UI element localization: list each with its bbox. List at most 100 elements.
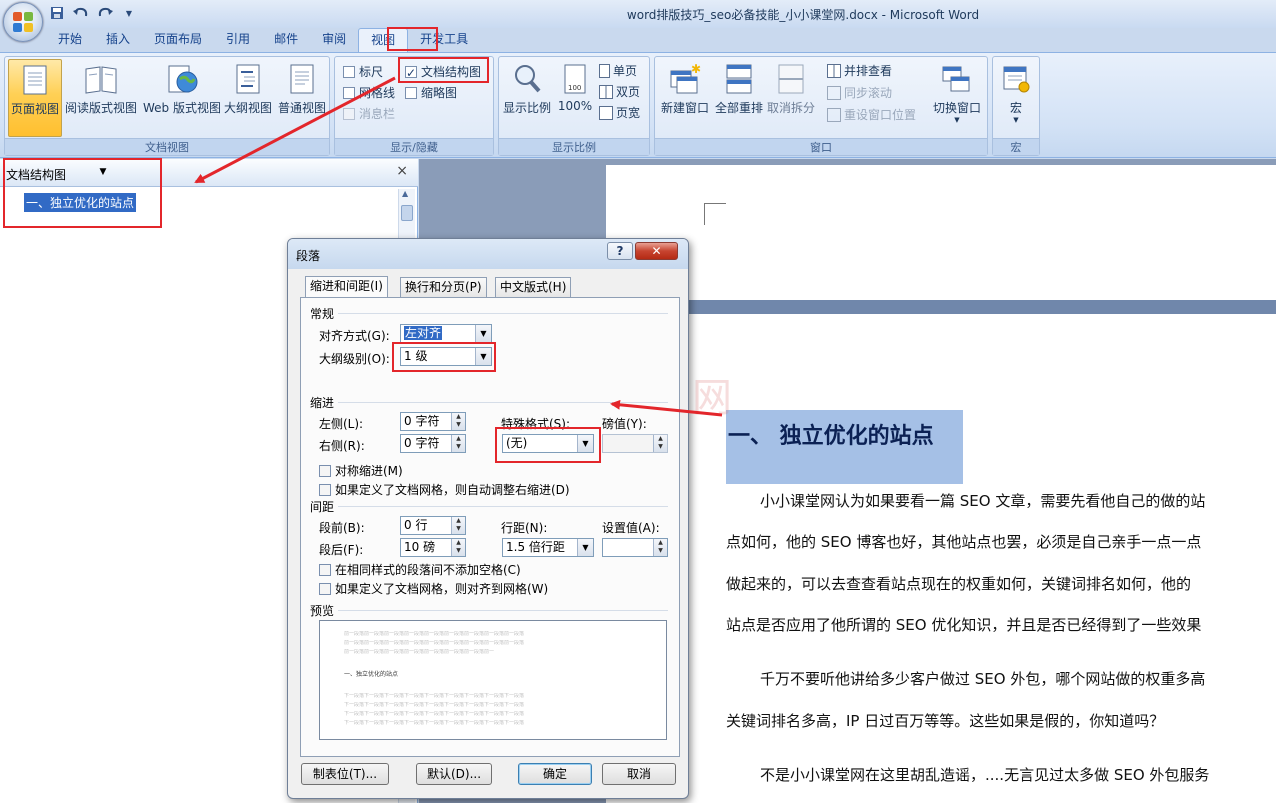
new-window-button[interactable]: ✱ 新建窗口	[657, 59, 713, 137]
preview-prev-line: 前一段落前一段落前一段落前一段落前一段落前一段落前一段落前一段落前一段落	[344, 640, 525, 646]
window-title: word排版技巧_seo必备技能_小小课堂网.docx - Microsoft …	[626, 8, 980, 22]
preview-next-line: 下一段落下一段落下一段落下一段落下一段落下一段落下一段落下一段落下一段落	[344, 720, 525, 726]
remove-split-button[interactable]: 取消拆分	[765, 59, 817, 137]
line-spacing-value: 1.5 倍行距	[506, 540, 565, 554]
page-width-button[interactable]: 页宽	[599, 103, 640, 123]
spinner-icon[interactable]: ▲ ▼	[653, 435, 667, 452]
tab-review[interactable]: 审阅	[310, 28, 358, 52]
indent-by-input[interactable]: ▲ ▼	[602, 434, 668, 453]
close-icon[interactable]: ✕	[635, 242, 678, 260]
ruler-checkbox[interactable]: 标尺	[343, 62, 383, 82]
outline-view-button[interactable]: 大纲视图	[223, 59, 273, 137]
switch-windows-dropdown-icon: ▼	[954, 116, 960, 124]
chevron-down-icon[interactable]: ▼	[577, 539, 593, 556]
synchronous-scrolling-button[interactable]: 同步滚动	[827, 83, 892, 103]
spinner-icon[interactable]: ▲ ▼	[653, 539, 667, 556]
macros-dropdown-icon: ▼	[1013, 116, 1019, 124]
paragraph-line[interactable]: 站点是否应用了他所谓的 SEO 优化知识，并且是否已经得到了一些效果	[726, 614, 1276, 635]
print-layout-button[interactable]: 页面视图	[8, 59, 62, 137]
space-after-input[interactable]: 10 磅 ▲ ▼	[400, 538, 466, 557]
group-label-document-views: 文档视图	[5, 138, 329, 155]
reset-window-position-button[interactable]: 重设窗口位置	[827, 105, 916, 125]
side-by-side-icon	[827, 64, 841, 78]
line-spacing-select[interactable]: 1.5 倍行距 ▼	[502, 538, 594, 557]
spinner-icon[interactable]: ▲ ▼	[451, 435, 465, 452]
preview-next-line: 下一段落下一段落下一段落下一段落下一段落下一段落下一段落下一段落下一段落	[344, 711, 525, 717]
ok-button[interactable]: 确定	[518, 763, 592, 785]
reading-layout-button[interactable]: 阅读版式视图	[63, 59, 139, 137]
alignment-select[interactable]: 左对齐 ▼	[400, 324, 492, 343]
message-bar-check-icon	[343, 108, 355, 120]
divider	[338, 610, 668, 611]
title-bar: ▼ word排版技巧_seo必备技能_小小课堂网.docx - Microsof…	[0, 0, 1276, 42]
line-spacing-at-input[interactable]: ▲ ▼	[602, 538, 668, 557]
left-indent-input[interactable]: 0 字符 ▲ ▼	[400, 412, 466, 431]
right-indent-value: 0 字符	[404, 436, 440, 450]
web-layout-button[interactable]: Web 版式视图	[141, 59, 223, 137]
one-page-label: 单页	[613, 64, 638, 78]
mirror-indents-checkbox[interactable]: 对称缩进(M)	[319, 462, 403, 479]
paragraph-line[interactable]: 做起来的，可以去查查看站点现在的权重如何，关键词排名如何，他的	[726, 573, 1276, 594]
document-heading[interactable]: 一、 独立优化的站点	[728, 418, 934, 450]
thumbnails-checkbox[interactable]: 缩略图	[405, 83, 457, 103]
spinner-icon[interactable]: ▲ ▼	[451, 517, 465, 534]
view-side-by-side-button[interactable]: 并排查看	[827, 61, 892, 81]
spinner-icon[interactable]: ▲ ▼	[451, 413, 465, 430]
draft-view-button[interactable]: 普通视图	[275, 59, 329, 137]
synchronous-scrolling-label: 同步滚动	[844, 86, 893, 100]
thumbnails-label: 缩略图	[421, 86, 458, 100]
mirror-indents-label: 对称缩进(M)	[335, 464, 403, 478]
page-width-label: 页宽	[616, 106, 641, 120]
checkbox-icon	[319, 583, 331, 595]
snap-to-grid-checkbox[interactable]: 如果定义了文档网格，则对齐到网格(W)	[319, 580, 548, 597]
gridlines-checkbox[interactable]: 网格线	[343, 83, 395, 103]
two-pages-icon	[599, 85, 613, 99]
outline-level-label: 大纲级别(O):	[319, 352, 390, 366]
auto-adjust-right-indent-checkbox[interactable]: 如果定义了文档网格，则自动调整右缩进(D)	[319, 481, 570, 498]
arrange-all-label: 全部重排	[714, 101, 763, 115]
two-pages-button[interactable]: 双页	[599, 82, 640, 102]
paragraph-line[interactable]: 关键词排名多高，IP 日过百万等等。这些如果是假的，你知道吗？	[726, 710, 1276, 731]
preview-prev-line: 前一段落前一段落前一段落前一段落前一段落前一段落前一段落前一段落前一段落	[344, 631, 525, 637]
tab-asian-typography[interactable]: 中文版式(H)	[495, 277, 572, 297]
tab-mailings[interactable]: 邮件	[262, 28, 310, 52]
paragraph-line[interactable]: 小小课堂网认为如果要看一篇 SEO 文章，需要先看他自己的做的站	[726, 490, 1276, 511]
tab-page-layout[interactable]: 页面布局	[142, 28, 214, 52]
tab-references[interactable]: 引用	[214, 28, 262, 52]
tab-insert[interactable]: 插入	[94, 28, 142, 52]
preview-next-line: 下一段落下一段落下一段落下一段落下一段落下一段落下一段落下一段落下一段落	[344, 702, 525, 708]
scroll-thumb[interactable]	[401, 205, 413, 221]
set-default-button[interactable]: 默认(D)...	[416, 763, 492, 785]
message-bar-checkbox[interactable]: 消息栏	[343, 104, 395, 124]
chevron-down-icon[interactable]: ▼	[475, 325, 491, 342]
paragraph-line[interactable]: 不是小小课堂网在这里胡乱造谣，....无言见过太多做 SEO 外包服务	[726, 764, 1276, 785]
space-before-input[interactable]: 0 行 ▲ ▼	[400, 516, 466, 535]
no-space-same-style-checkbox[interactable]: 在相同样式的段落间不添加空格(C)	[319, 561, 521, 578]
page-100-icon: 100	[564, 64, 586, 94]
right-indent-input[interactable]: 0 字符 ▲ ▼	[400, 434, 466, 453]
zoom-100-button[interactable]: 100 100%	[555, 59, 595, 137]
document-map-close-icon[interactable]: ×	[396, 163, 408, 179]
help-icon[interactable]: ?	[607, 242, 633, 260]
one-page-button[interactable]: 单页	[599, 61, 637, 81]
spinner-icon[interactable]: ▲ ▼	[451, 539, 465, 556]
document-page-top	[606, 165, 1276, 300]
space-before-value: 0 行	[404, 518, 428, 532]
paragraph-line[interactable]: 点如何，他的 SEO 博客也好，其他站点也罢，必须是自己亲手一点一点	[726, 531, 1276, 552]
scroll-up-icon[interactable]: ▲	[402, 189, 408, 198]
tab-line-page-breaks[interactable]: 换行和分页(P)	[400, 277, 487, 297]
cancel-button[interactable]: 取消	[602, 763, 676, 785]
switch-windows-button[interactable]: 切换窗口 ▼	[929, 59, 985, 137]
arrange-all-button[interactable]: 全部重排	[713, 59, 765, 137]
macros-button[interactable]: 宏 ▼	[996, 59, 1036, 137]
zoom-button[interactable]: 显示比例	[501, 59, 553, 137]
tab-indents-spacing[interactable]: 缩进和间距(I)	[305, 276, 388, 298]
one-page-icon	[599, 64, 610, 78]
paragraph-line[interactable]: 千万不要听他讲给多少客户做过 SEO 外包，哪个网站做的权重多高	[726, 668, 1276, 689]
group-document-views: 页面视图 阅读版式视图 Web 版式视图 大纲视图 普通视图 文档视图	[4, 56, 330, 156]
message-bar-label: 消息栏	[359, 107, 396, 121]
ribbon: 页面视图 阅读版式视图 Web 版式视图 大纲视图 普通视图 文档视图 标尺 网…	[0, 52, 1276, 158]
tabs-button[interactable]: 制表位(T)...	[301, 763, 389, 785]
office-button[interactable]	[3, 2, 43, 42]
tab-home[interactable]: 开始	[46, 28, 94, 52]
